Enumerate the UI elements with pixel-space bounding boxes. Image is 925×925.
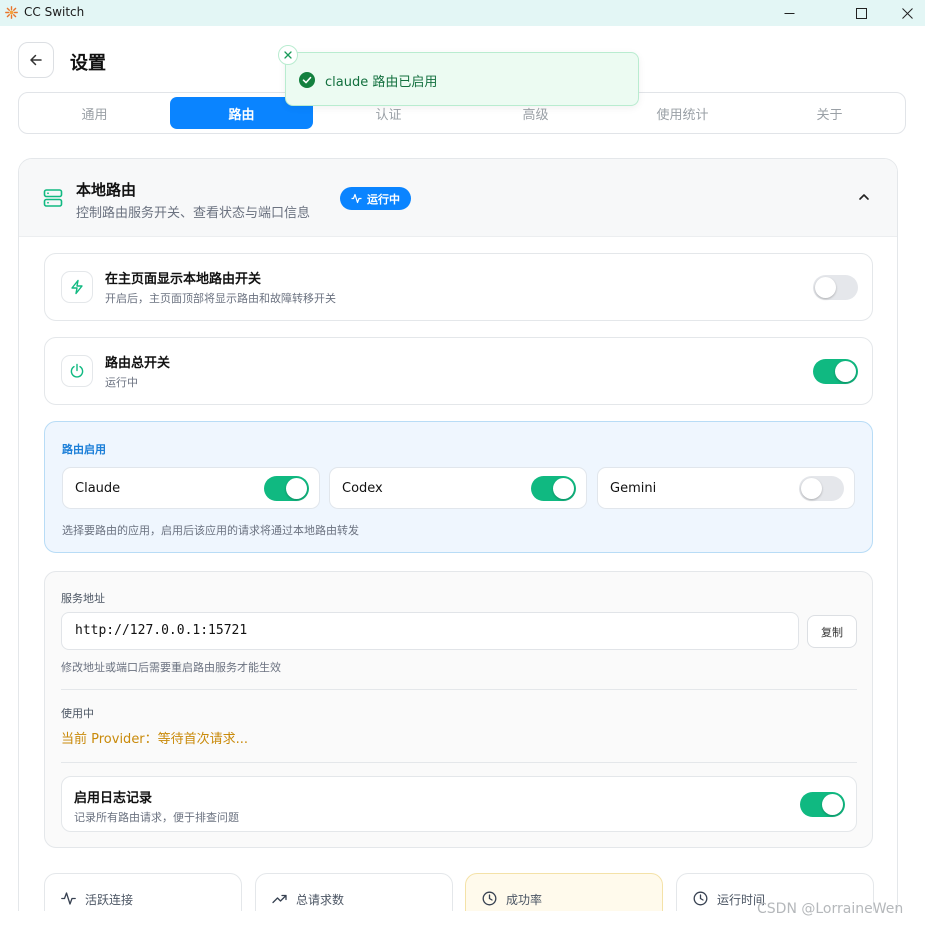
current-provider: 当前 Provider：等待首次请求... [61,732,249,747]
logging-subtitle: 记录所有路由请求，便于排查问题 [74,811,239,824]
maximize-button[interactable] [838,0,884,26]
chevron-up-icon[interactable] [857,190,871,204]
check-circle-icon [299,72,315,88]
stat-label: 活跃连接 [85,893,134,907]
app-name: Gemini [610,481,657,496]
divider [61,762,857,763]
codex-toggle[interactable] [531,476,576,501]
master-switch-toggle[interactable] [813,359,858,384]
clock-icon [693,891,708,906]
maximize-icon [855,7,867,19]
toast-message: claude 路由已启用 [325,75,438,90]
title-bar: CC Switch [0,0,925,26]
service-section: 服务地址 http://127.0.0.1:15721 复制 修改地址或端口后需… [44,571,873,848]
show-router-switch-row: 在主页面显示本地路由开关 开启后，主页面顶部将显示路由和故障转移开关 [44,253,873,321]
section-title: 本地路由 [76,181,137,199]
show-switch-subtitle: 开启后，主页面顶部将显示路由和故障转移开关 [105,292,336,305]
local-router-header[interactable]: 本地路由 控制路由服务开关、查看状态与端口信息 运行中 [19,159,897,237]
section-subtitle: 控制路由服务开关、查看状态与端口信息 [76,206,311,221]
app-card-codex: Codex [329,467,587,509]
in-use-label: 使用中 [61,707,94,720]
minimize-button[interactable] [766,0,812,26]
routing-hint: 选择要路由的应用，启用后该应用的请求将通过本地路由转发 [62,524,359,537]
gemini-toggle[interactable] [799,476,844,501]
claude-toggle[interactable] [264,476,309,501]
activity-icon [61,892,76,905]
logging-toggle[interactable] [800,792,845,817]
service-hint: 修改地址或端口后需要重启路由服务才能生效 [61,661,281,674]
back-button[interactable] [18,42,54,78]
power-icon [70,363,84,378]
app-card-gemini: Gemini [597,467,855,509]
status-badge: 运行中 [340,187,411,210]
routing-apps-label: 路由启用 [62,443,106,456]
master-switch-title: 路由总开关 [105,356,171,371]
close-icon [284,51,292,59]
server-icon [43,189,63,207]
tab-general[interactable]: 通用 [23,97,166,129]
clock-icon [482,891,497,906]
zap-icon-box [61,271,93,303]
stat-label: 成功率 [506,893,543,907]
toast-close-button[interactable] [278,45,298,65]
routing-apps-section: 路由启用 Claude Codex Gemini 选择要路由的应用，启用后该应用… [44,421,873,553]
page-title: 设置 [70,53,106,74]
arrow-left-icon [30,54,42,66]
logging-row: 启用日志记录 记录所有路由请求，便于排查问题 [61,776,857,832]
service-address-input[interactable]: http://127.0.0.1:15721 [61,612,799,650]
service-address-label: 服务地址 [61,592,105,605]
zap-icon [71,279,83,295]
logging-title: 启用日志记录 [74,791,153,806]
status-badge-label: 运行中 [367,192,400,206]
success-toast: claude 路由已启用 [278,45,639,106]
trending-up-icon [272,894,287,904]
app-card-claude: Claude [62,467,320,509]
stat-label: 总请求数 [296,893,345,907]
show-switch-title: 在主页面显示本地路由开关 [105,272,262,287]
activity-icon [351,193,362,204]
master-switch-row: 路由总开关 运行中 [44,337,873,405]
copy-button[interactable]: 复制 [807,615,857,648]
app-logo-icon [5,6,18,19]
app-name: Codex [342,481,383,496]
close-window-button[interactable] [884,0,925,26]
local-router-panel: 本地路由 控制路由服务开关、查看状态与端口信息 运行中 在主页面显示本地路由开关… [18,158,898,925]
divider [61,689,857,690]
show-switch-toggle[interactable] [813,275,858,300]
watermark: CSDN @LorraineWen [757,901,904,917]
tab-about[interactable]: 关于 [758,97,901,129]
close-icon [901,7,913,19]
app-name: Claude [75,481,121,496]
minimize-icon [784,12,794,14]
master-switch-subtitle: 运行中 [105,376,138,389]
window-title: CC Switch [24,5,85,19]
power-icon-box [61,355,93,387]
